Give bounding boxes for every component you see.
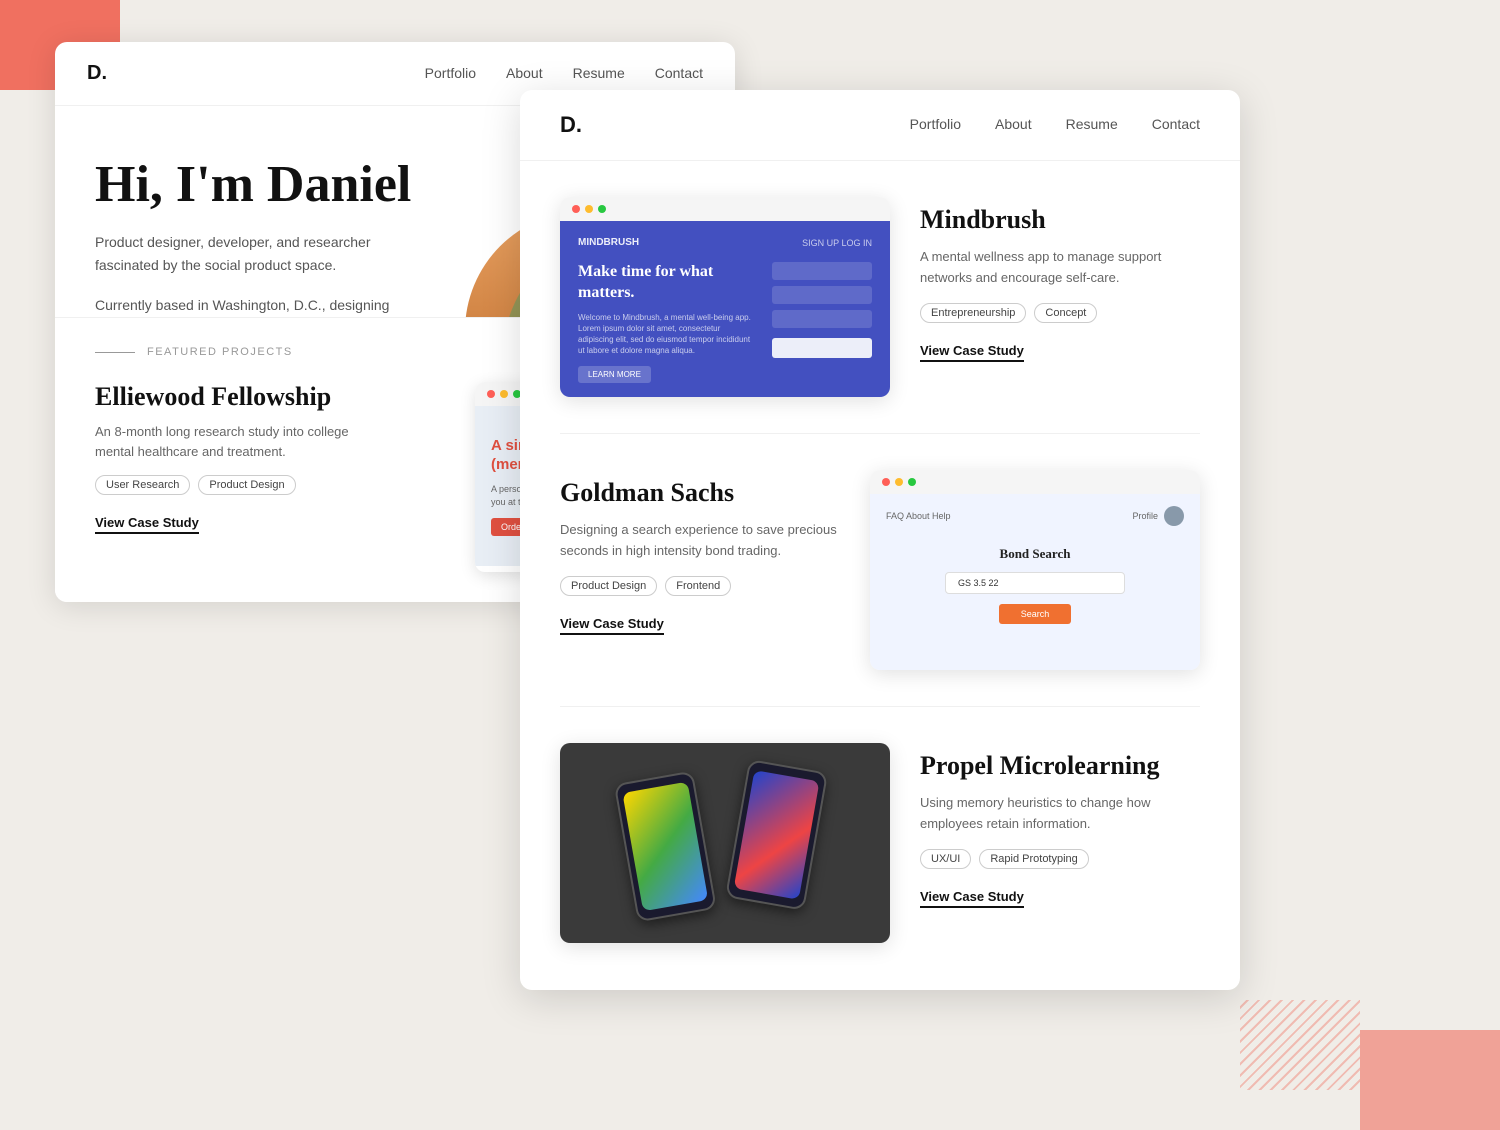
goldman-title-text: Goldman Sachs: [560, 478, 840, 508]
featured-line: [95, 352, 135, 353]
dot-yellow-gs: [895, 478, 903, 486]
back-nav-about[interactable]: About: [506, 65, 543, 81]
mindbrush-form-2: [772, 286, 872, 304]
mindbrush-body: Make time for what matters. Welcome to M…: [578, 262, 872, 383]
goldman-search-title: Bond Search: [1000, 546, 1071, 562]
tag-product-design: Product Design: [198, 475, 295, 495]
goldman-screenshot: FAQ About Help Profile Bond Search GS 3.…: [870, 470, 1200, 670]
tag-frontend: Frontend: [665, 576, 731, 596]
goldman-header: FAQ About Help Profile: [886, 506, 1184, 526]
propel-content: [560, 743, 890, 943]
mindbrush-content: MINDBRUSH SIGN UP LOG IN Make time for w…: [560, 221, 890, 397]
tag-rapid-proto: Rapid Prototyping: [979, 849, 1088, 869]
goldman-center: Bond Search GS 3.5 22 Search: [886, 546, 1184, 624]
front-logo: D.: [560, 112, 582, 138]
tag-entrepreneurship: Entrepreneurship: [920, 303, 1026, 323]
elliewood-view-link[interactable]: View Case Study: [95, 515, 199, 534]
mindbrush-form-btn: [772, 338, 872, 358]
back-nav-portfolio[interactable]: Portfolio: [425, 65, 476, 81]
mindbrush-right: [772, 262, 872, 383]
propel-detail: Propel Microlearning Using memory heuris…: [920, 743, 1200, 908]
goldman-bar: [870, 470, 1200, 494]
mindbrush-nav-text: SIGN UP LOG IN: [802, 238, 872, 248]
mindbrush-title-text: Mindbrush: [920, 205, 1200, 235]
tag-concept: Concept: [1034, 303, 1097, 323]
dot-red: [487, 390, 495, 398]
phone-container: [645, 773, 805, 913]
elliewood-tags: User Research Product Design: [95, 475, 445, 495]
decorative-bottom-right: [1360, 1030, 1500, 1130]
goldman-content: FAQ About Help Profile Bond Search GS 3.…: [870, 494, 1200, 670]
mindbrush-detail: Mindbrush A mental wellness app to manag…: [920, 197, 1200, 362]
dot-yellow-mb: [585, 205, 593, 213]
phone-2: [725, 759, 828, 911]
propel-title-text: Propel Microlearning: [920, 751, 1200, 781]
mindbrush-header: MINDBRUSH SIGN UP LOG IN: [578, 237, 872, 248]
elliewood-info: Elliewood Fellowship An 8-month long res…: [95, 382, 445, 534]
goldman-avatar: [1164, 506, 1184, 526]
dot-red-mb: [572, 205, 580, 213]
front-nav-contact[interactable]: Contact: [1152, 116, 1200, 132]
mindbrush-logo: MINDBRUSH: [578, 237, 639, 248]
phone-1: [614, 771, 717, 923]
back-nav-resume[interactable]: Resume: [573, 65, 625, 81]
dot-red-gs: [882, 478, 890, 486]
mindbrush-hero-title: Make time for what matters.: [578, 262, 756, 304]
mindbrush-bar: [560, 197, 890, 221]
back-nav-contact[interactable]: Contact: [655, 65, 703, 81]
goldman-tags: Product Design Frontend: [560, 576, 840, 596]
back-logo: D.: [87, 62, 107, 85]
front-nav-links: Portfolio About Resume Contact: [910, 116, 1200, 134]
mindbrush-form-3: [772, 310, 872, 328]
mindbrush-hero-desc: Welcome to Mindbrush, a mental well-bein…: [578, 312, 756, 357]
goldman-profile-area: Profile: [1132, 506, 1184, 526]
dot-green-mb: [598, 205, 606, 213]
goldman-search-btn[interactable]: Search: [999, 604, 1072, 624]
mindbrush-cta[interactable]: LEARN MORE: [578, 366, 651, 383]
goldman-row: Goldman Sachs Designing a search experie…: [560, 434, 1200, 707]
goldman-detail: Goldman Sachs Designing a search experie…: [560, 470, 840, 635]
mindbrush-screenshot: MINDBRUSH SIGN UP LOG IN Make time for w…: [560, 197, 890, 397]
tag-user-research: User Research: [95, 475, 190, 495]
propel-screenshot: [560, 743, 890, 943]
goldman-search-box[interactable]: GS 3.5 22: [945, 572, 1125, 594]
mindbrush-desc-text: A mental wellness app to manage support …: [920, 247, 1200, 289]
propel-view-link[interactable]: View Case Study: [920, 889, 1024, 908]
dot-yellow: [500, 390, 508, 398]
goldman-nav: FAQ About Help: [886, 511, 951, 521]
front-card-nav: D. Portfolio About Resume Contact: [520, 90, 1240, 161]
front-card: D. Portfolio About Resume Contact MINDBR…: [520, 90, 1240, 990]
propel-desc-text: Using memory heuristics to change how em…: [920, 793, 1200, 835]
front-nav-resume[interactable]: Resume: [1066, 116, 1118, 132]
dot-green-gs: [908, 478, 916, 486]
hero-desc1: Product designer, developer, and researc…: [95, 231, 395, 276]
mindbrush-view-link[interactable]: View Case Study: [920, 343, 1024, 362]
back-nav-links: Portfolio About Resume Contact: [425, 65, 703, 83]
mindbrush-tags: Entrepreneurship Concept: [920, 303, 1200, 323]
phone-screen-1: [622, 782, 708, 912]
mindbrush-form-1: [772, 262, 872, 280]
phone-screen-2: [734, 770, 820, 900]
mindbrush-left: Make time for what matters. Welcome to M…: [578, 262, 756, 383]
front-nav-about[interactable]: About: [995, 116, 1032, 132]
mindbrush-row: MINDBRUSH SIGN UP LOG IN Make time for w…: [560, 161, 1200, 434]
decorative-lines: [1240, 1000, 1360, 1090]
featured-text: FEATURED PROJECTS: [147, 346, 293, 358]
hero-heading: Hi, I'm Daniel: [95, 156, 435, 213]
tag-uxui: UX/UI: [920, 849, 971, 869]
front-nav-portfolio[interactable]: Portfolio: [910, 116, 961, 132]
goldman-profile-label: Profile: [1132, 511, 1158, 521]
propel-tags: UX/UI Rapid Prototyping: [920, 849, 1200, 869]
propel-row: Propel Microlearning Using memory heuris…: [560, 707, 1200, 979]
tag-product-design-gs: Product Design: [560, 576, 657, 596]
elliewood-title: Elliewood Fellowship: [95, 382, 445, 412]
goldman-view-link[interactable]: View Case Study: [560, 616, 664, 635]
front-content: MINDBRUSH SIGN UP LOG IN Make time for w…: [520, 161, 1240, 990]
goldman-desc-text: Designing a search experience to save pr…: [560, 520, 840, 562]
elliewood-desc: An 8-month long research study into coll…: [95, 422, 375, 461]
